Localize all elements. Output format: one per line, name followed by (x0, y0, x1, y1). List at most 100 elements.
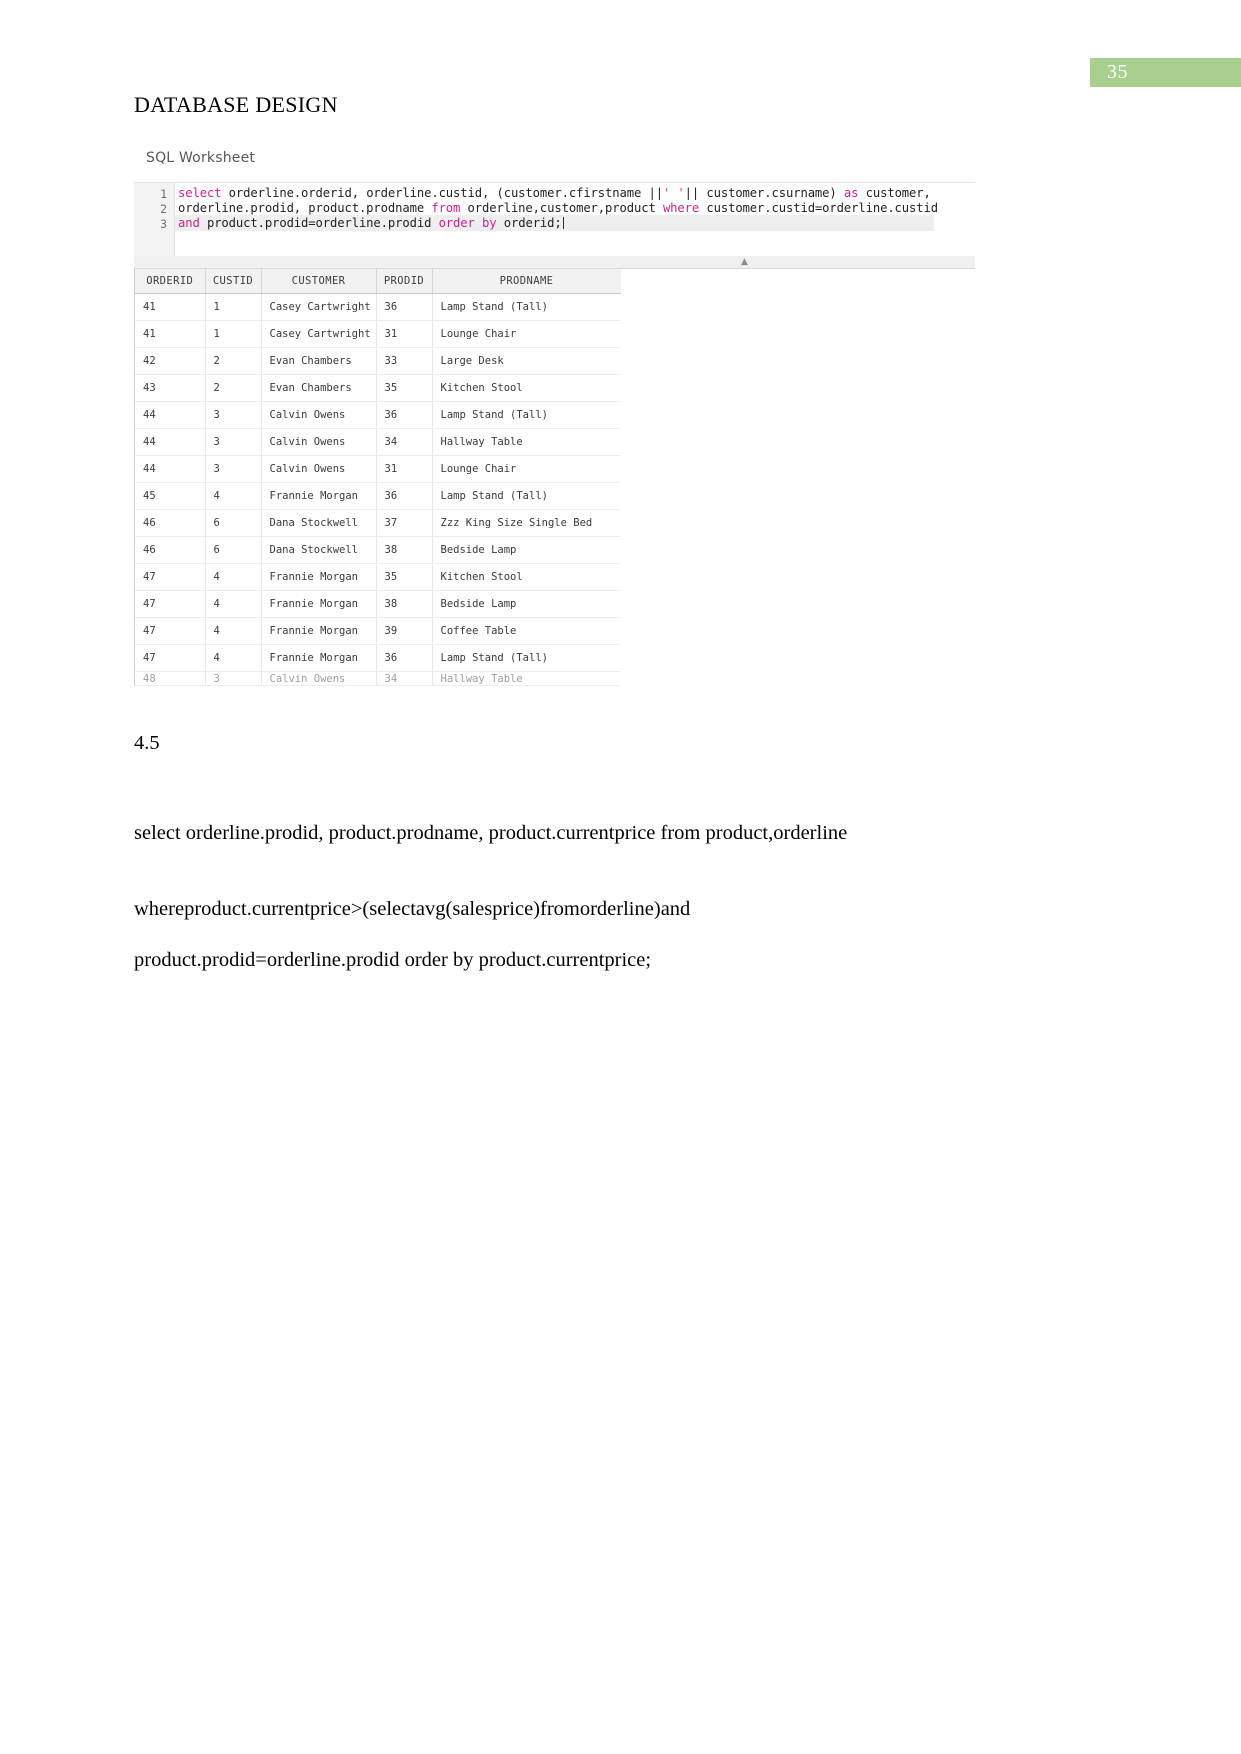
table-cell[interactable]: Bedside Lamp (432, 536, 621, 564)
table-cell[interactable]: 38 (376, 536, 433, 564)
column-header[interactable]: CUSTID (205, 268, 262, 294)
table-cell[interactable]: 39 (376, 617, 433, 645)
table-cell[interactable]: 43 (135, 374, 206, 402)
table-cell[interactable]: 1 (205, 293, 262, 321)
table-cell[interactable]: 47 (135, 644, 206, 672)
table-cell[interactable]: 38 (376, 590, 433, 618)
table-row[interactable]: 47 4 Frannie Morgan 39 Coffee Table (135, 617, 621, 645)
table-cell[interactable]: 35 (376, 374, 433, 402)
table-cell[interactable]: 34 (376, 671, 433, 686)
table-cell[interactable]: Dana Stockwell (261, 536, 377, 564)
table-cell[interactable]: 2 (205, 374, 262, 402)
table-cell[interactable]: Bedside Lamp (432, 590, 621, 618)
table-cell[interactable]: 3 (205, 671, 262, 686)
table-cell[interactable]: 4 (205, 590, 262, 618)
table-cell[interactable]: 3 (205, 428, 262, 456)
table-cell[interactable]: Lounge Chair (432, 455, 621, 483)
table-cell[interactable]: Frannie Morgan (261, 482, 377, 510)
table-cell[interactable]: 45 (135, 482, 206, 510)
sql-editor[interactable]: 1 2 3 select orderline.orderid, orderlin… (134, 182, 975, 258)
table-cell[interactable]: Dana Stockwell (261, 509, 377, 537)
sql-code-text[interactable]: select orderline.orderid, orderline.cust… (178, 183, 975, 257)
table-cell[interactable]: Casey Cartwright (261, 320, 377, 348)
table-cell[interactable]: 3 (205, 455, 262, 483)
table-row[interactable]: 43 2 Evan Chambers 35 Kitchen Stool (135, 374, 621, 402)
table-cell[interactable]: 1 (205, 320, 262, 348)
column-header[interactable]: PRODID (376, 268, 433, 294)
table-cell[interactable]: Calvin Owens (261, 428, 377, 456)
table-cell[interactable]: 36 (376, 401, 433, 429)
table-cell[interactable]: Kitchen Stool (432, 374, 621, 402)
table-cell[interactable]: Lamp Stand (Tall) (432, 644, 621, 672)
table-cell[interactable]: Lamp Stand (Tall) (432, 401, 621, 429)
table-cell[interactable]: Evan Chambers (261, 347, 377, 375)
table-cell[interactable]: 4 (205, 563, 262, 591)
table-cell[interactable]: 48 (135, 671, 206, 686)
table-row[interactable]: 44 3 Calvin Owens 36 Lamp Stand (Tall) (135, 401, 621, 429)
table-row[interactable]: 45 4 Frannie Morgan 36 Lamp Stand (Tall) (135, 482, 621, 510)
table-cell[interactable]: Frannie Morgan (261, 590, 377, 618)
table-cell[interactable]: 4 (205, 644, 262, 672)
table-cell[interactable]: 44 (135, 455, 206, 483)
table-cell[interactable]: 41 (135, 320, 206, 348)
table-cell[interactable]: 34 (376, 428, 433, 456)
table-row[interactable]: 47 4 Frannie Morgan 36 Lamp Stand (Tall) (135, 644, 621, 672)
table-cell[interactable]: Lamp Stand (Tall) (432, 482, 621, 510)
table-cell[interactable]: 36 (376, 482, 433, 510)
table-cell[interactable]: 36 (376, 644, 433, 672)
table-row[interactable]: 41 1 Casey Cartwright 36 Lamp Stand (Tall) (135, 293, 621, 321)
table-cell[interactable]: Zzz King Size Single Bed (432, 509, 621, 537)
table-cell[interactable]: 2 (205, 347, 262, 375)
column-header[interactable]: PRODNAME (432, 268, 621, 294)
table-row[interactable]: 47 4 Frannie Morgan 38 Bedside Lamp (135, 590, 621, 618)
table-cell[interactable]: 35 (376, 563, 433, 591)
collapse-chevron-up-icon[interactable]: ▲ (741, 257, 748, 267)
table-cell[interactable]: Evan Chambers (261, 374, 377, 402)
column-header[interactable]: CUSTOMER (261, 268, 377, 294)
table-cell[interactable]: Calvin Owens (261, 455, 377, 483)
table-cell[interactable]: 47 (135, 617, 206, 645)
table-cell[interactable]: 47 (135, 563, 206, 591)
table-cell[interactable]: 6 (205, 536, 262, 564)
table-row[interactable]: 48 3 Calvin Owens 34 Hallway Table (135, 671, 621, 686)
table-cell[interactable]: Casey Cartwright (261, 293, 377, 321)
table-cell[interactable]: Hallway Table (432, 428, 621, 456)
table-cell[interactable]: Large Desk (432, 347, 621, 375)
table-row[interactable]: 46 6 Dana Stockwell 38 Bedside Lamp (135, 536, 621, 564)
table-cell[interactable]: 4 (205, 482, 262, 510)
table-cell[interactable]: Frannie Morgan (261, 644, 377, 672)
table-cell[interactable]: Calvin Owens (261, 401, 377, 429)
table-cell[interactable]: 42 (135, 347, 206, 375)
table-cell[interactable]: 41 (135, 293, 206, 321)
table-cell[interactable]: 3 (205, 401, 262, 429)
table-cell[interactable]: Lounge Chair (432, 320, 621, 348)
table-cell[interactable]: Calvin Owens (261, 671, 377, 686)
table-cell[interactable]: 33 (376, 347, 433, 375)
table-row[interactable]: 44 3 Calvin Owens 34 Hallway Table (135, 428, 621, 456)
table-row[interactable]: 46 6 Dana Stockwell 37 Zzz King Size Single … (135, 509, 621, 537)
table-cell[interactable]: 44 (135, 428, 206, 456)
table-row[interactable]: 41 1 Casey Cartwright 31 Lounge Chair (135, 320, 621, 348)
table-cell[interactable]: 46 (135, 509, 206, 537)
table-cell[interactable]: Coffee Table (432, 617, 621, 645)
table-cell[interactable]: 4 (205, 617, 262, 645)
table-cell[interactable]: 37 (376, 509, 433, 537)
table-cell[interactable]: Hallway Table (432, 671, 621, 686)
table-cell[interactable]: 44 (135, 401, 206, 429)
table-row[interactable]: 42 2 Evan Chambers 33 Large Desk (135, 347, 621, 375)
table-row[interactable]: 47 4 Frannie Morgan 35 Kitchen Stool (135, 563, 621, 591)
table-cell[interactable]: Frannie Morgan (261, 563, 377, 591)
table-cell[interactable]: Frannie Morgan (261, 617, 377, 645)
query-results-grid[interactable]: ORDERID CUSTID CUSTOMER PRODID PRODNAME 41 1 C… (134, 268, 621, 686)
column-header[interactable]: ORDERID (135, 268, 206, 294)
table-cell[interactable]: 6 (205, 509, 262, 537)
tab-sql-worksheet[interactable]: SQL Worksheet (146, 150, 255, 166)
table-cell[interactable]: 46 (135, 536, 206, 564)
table-row[interactable]: 44 3 Calvin Owens 31 Lounge Chair (135, 455, 621, 483)
table-cell[interactable]: Kitchen Stool (432, 563, 621, 591)
table-cell[interactable]: 47 (135, 590, 206, 618)
table-cell[interactable]: Lamp Stand (Tall) (432, 293, 621, 321)
table-cell[interactable]: 31 (376, 320, 433, 348)
table-cell[interactable]: 36 (376, 293, 433, 321)
table-cell[interactable]: 31 (376, 455, 433, 483)
